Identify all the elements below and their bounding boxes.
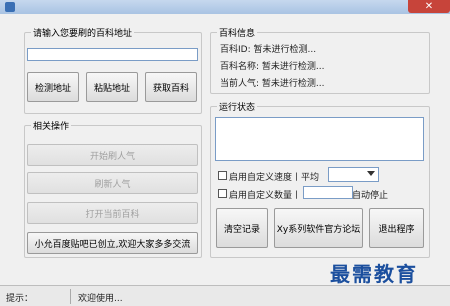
info-row-name: 百科名称: 暂未进行检测... — [220, 59, 325, 72]
custom-speed-checkbox[interactable] — [218, 171, 227, 180]
close-button[interactable]: ✕ — [408, 0, 450, 13]
info-row-popularity: 当前人气: 暂未进行检测... — [220, 76, 325, 89]
main-window: ✕ 请输入您要刷的百科地址 检测地址 粘贴地址 获取百科 百科信息 百科ID: … — [0, 0, 450, 306]
info-row-id: 百科ID: 暂未进行检测... — [220, 42, 316, 55]
operations-group-title: 相关操作 — [31, 119, 72, 132]
info-id-value: 暂未进行检测... — [253, 45, 317, 55]
speed-select[interactable] — [328, 167, 379, 182]
fetch-baike-button[interactable]: 获取百科 — [145, 72, 197, 102]
url-group-title: 请输入您要刷的百科地址 — [31, 26, 135, 39]
info-name-label: 百科名称: — [220, 62, 260, 72]
status-prompt-label: 提示： — [6, 294, 34, 304]
status-message: 欢迎使用... — [78, 294, 123, 304]
official-forum-button[interactable]: Xy系列软件官方论坛 — [274, 208, 363, 248]
exit-program-button[interactable]: 退出程序 — [369, 208, 424, 248]
custom-count-checkbox[interactable] — [218, 189, 227, 198]
chevron-down-icon — [367, 171, 375, 176]
app-icon — [5, 2, 15, 12]
open-current-baike-button[interactable]: 打开当前百科 — [27, 202, 198, 224]
url-input[interactable] — [27, 48, 198, 61]
info-name-value: 暂未进行检测... — [261, 62, 325, 72]
info-group-title: 百科信息 — [217, 26, 258, 39]
forum-announcement-button[interactable]: 小允百度贴吧已创立,欢迎大家多多交流 — [27, 232, 198, 254]
status-divider — [70, 289, 71, 304]
status-log-area[interactable] — [215, 117, 424, 161]
clear-log-button[interactable]: 清空记录 — [216, 208, 268, 248]
custom-speed-label: 启用自定义速度丨平均 — [229, 173, 320, 183]
info-popularity-label: 当前人气: — [220, 79, 260, 89]
detect-address-button[interactable]: 检测地址 — [27, 72, 79, 102]
title-bar: ✕ — [0, 0, 450, 14]
count-input[interactable] — [303, 186, 353, 199]
status-bar: 提示： 欢迎使用... — [0, 285, 450, 306]
auto-stop-label: 自动停止 — [352, 191, 389, 201]
watermark-logo: 最需教育 — [330, 262, 418, 286]
info-popularity-value: 暂未进行检测... — [261, 79, 325, 89]
refresh-popularity-button[interactable]: 刷新人气 — [27, 172, 198, 194]
status-group-title: 运行状态 — [217, 100, 258, 113]
start-popularity-button[interactable]: 开始刷人气 — [27, 144, 198, 166]
custom-count-label: 启用自定义数量丨 — [229, 191, 302, 201]
info-id-label: 百科ID: — [220, 45, 251, 55]
paste-address-button[interactable]: 粘贴地址 — [86, 72, 138, 102]
